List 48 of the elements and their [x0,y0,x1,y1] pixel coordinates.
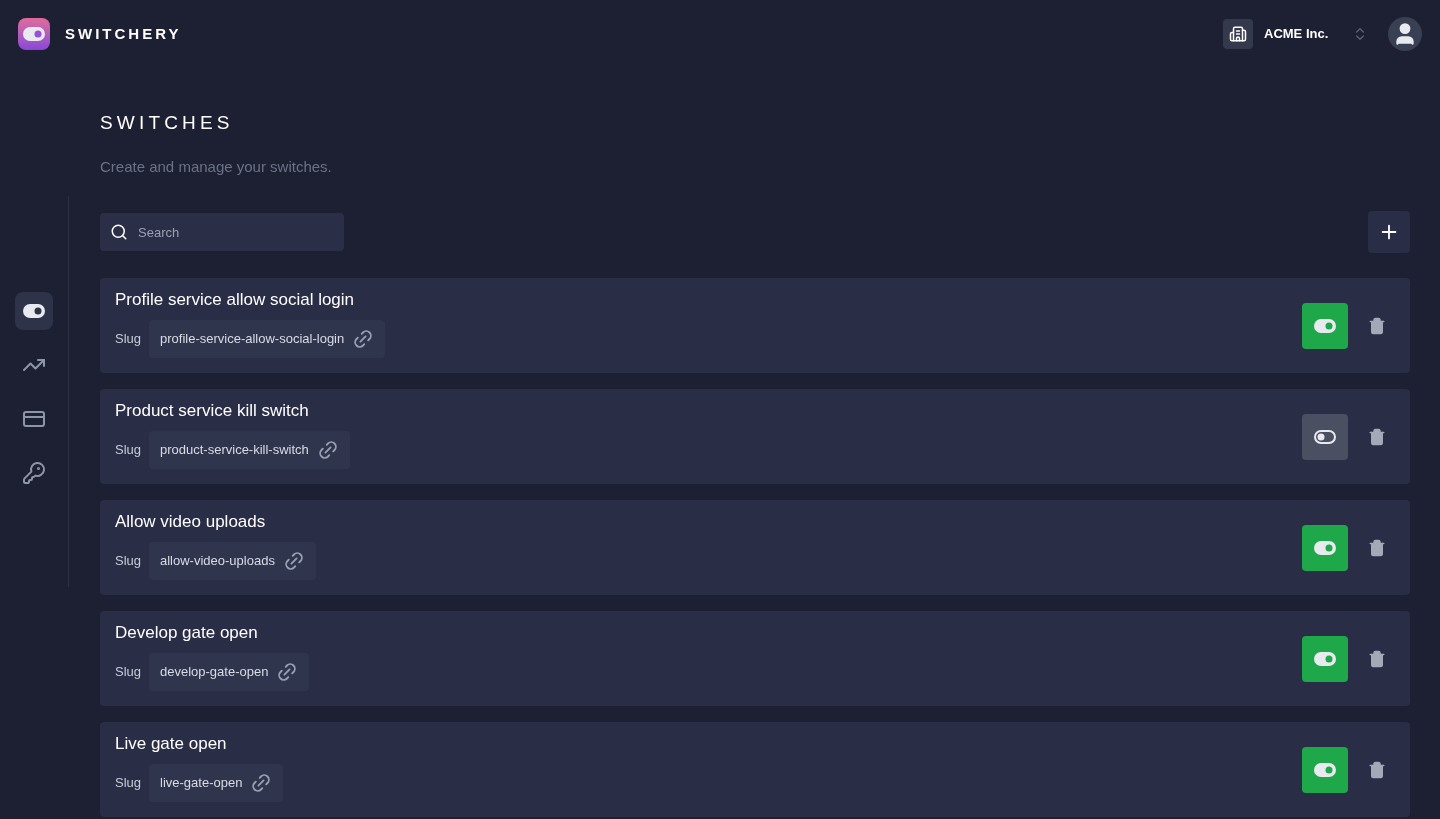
add-button[interactable] [1368,211,1410,253]
key-icon [22,461,46,485]
slug-text: allow-video-uploads [160,552,275,571]
switch-name: Live gate open [115,733,228,755]
trash-icon [1368,538,1386,557]
switch-name: Develop gate open [115,622,259,644]
slug-text: product-service-kill-switch [160,441,309,460]
toggle-icon [1314,651,1336,666]
switch-name: Profile service allow social login [115,289,356,311]
toggle-icon [23,27,45,41]
user-avatar[interactable] [1388,17,1422,51]
delete-button[interactable] [1368,649,1386,668]
brand-name: SWITCHERY [65,23,182,44]
toggle-icon [1314,429,1336,444]
toggle-icon [23,304,45,318]
trash-icon [1368,316,1386,335]
toggle-icon [1314,318,1336,333]
page-title: SWITCHES [100,111,235,135]
toggle-icon [1314,762,1336,777]
delete-button[interactable] [1368,316,1386,335]
sidebar-item[interactable] [15,292,53,330]
toggle-icon [1314,540,1336,555]
switch-name: Allow video uploads [115,511,267,533]
building-icon [1223,19,1253,49]
toggle-button[interactable] [1302,746,1348,793]
delete-button[interactable] [1368,538,1386,557]
organization-switcher[interactable]: ACME Inc. [1223,19,1368,49]
slug-text: profile-service-allow-social-login [160,330,345,349]
toggle-button[interactable] [1302,302,1348,349]
toggle-button[interactable] [1302,524,1348,571]
trash-icon [1368,649,1386,668]
toggle-button[interactable] [1302,413,1348,460]
slug-text: live-gate-open [160,774,243,793]
delete-button[interactable] [1368,427,1386,446]
search-icon [110,223,128,241]
trash-icon [1368,427,1386,446]
slug-label: Slug [115,774,143,793]
page-subtitle: Create and manage your switches. [100,156,333,177]
slug-label: Slug [115,663,143,682]
delete-button[interactable] [1368,760,1386,779]
switch-name: Product service kill switch [115,400,310,422]
slug-label: Slug [115,552,143,571]
slug-label: Slug [115,330,143,349]
trash-icon [1368,760,1386,779]
slug-label: Slug [115,441,143,460]
toggle-button[interactable] [1302,635,1348,682]
slug-text: develop-gate-open [160,663,269,682]
search-field[interactable]: Search [100,213,344,251]
